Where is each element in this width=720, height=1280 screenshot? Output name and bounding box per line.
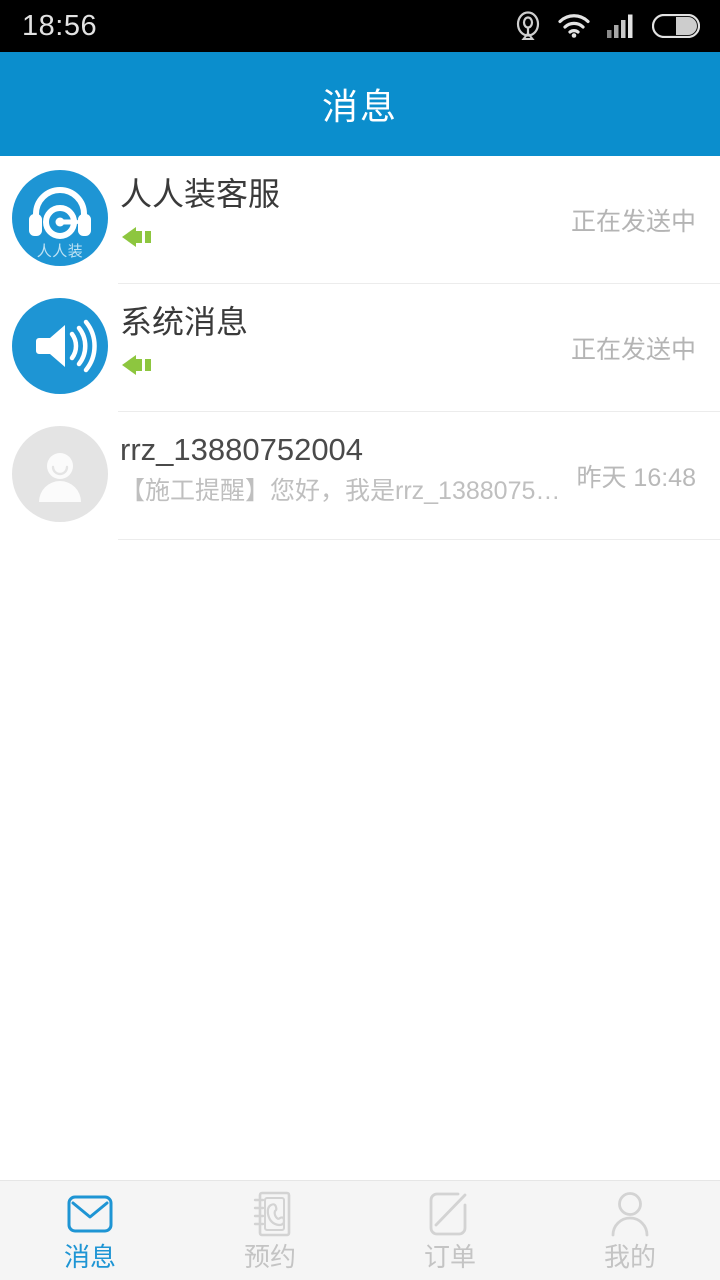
list-item-body: 系统消息 [120, 284, 561, 383]
page-title: 消息 [321, 86, 398, 127]
battery-icon [652, 14, 700, 38]
conversation-status: 正在发送中 [570, 336, 696, 364]
tab-orders[interactable]: 订单 [360, 1181, 540, 1280]
avatar [12, 298, 108, 394]
list-item[interactable]: rrz_13880752004 【施工提醒】您好，我是rrz_138807520… [0, 412, 720, 540]
app-header: 消息 [0, 52, 720, 156]
tab-profile[interactable]: 我的 [540, 1181, 720, 1280]
status-bar: 18:56 [0, 0, 720, 52]
status-bar-icons [515, 11, 700, 41]
address-book-icon [249, 1191, 291, 1237]
megaphone-icon [36, 319, 97, 373]
compose-note-icon [428, 1191, 472, 1237]
wifi-icon [558, 14, 590, 38]
envelope-icon [67, 1191, 113, 1237]
tab-appointments[interactable]: 预约 [180, 1181, 360, 1280]
tab-label: 订单 [423, 1242, 476, 1272]
sending-arrow-icon [120, 352, 561, 383]
status-bar-clock: 18:56 [22, 9, 98, 42]
avatar [12, 426, 108, 522]
avatar-brand-label: 人人装 [36, 243, 84, 260]
conversation-preview: 【施工提醒】您好，我是rrz_13880752004… [120, 477, 567, 505]
tab-label: 消息 [63, 1242, 116, 1272]
avatar-container [0, 412, 120, 522]
conversation-status: 正在发送中 [570, 208, 696, 236]
app-screen: 18:56 消息 人人装 人人装客服 正在发送中 系统消息 正在发送中 rrz_… [0, 0, 720, 1280]
list-item-body: rrz_13880752004 【施工提醒】您好，我是rrz_138807520… [120, 412, 566, 508]
conversation-title: 系统消息 [120, 304, 249, 340]
conversation-timestamp: 昨天 16:48 [576, 464, 696, 492]
list-item[interactable]: 系统消息 正在发送中 [0, 284, 720, 412]
cellular-signal-icon [607, 14, 635, 38]
list-divider [118, 539, 720, 540]
person-icon [39, 453, 81, 502]
list-item[interactable]: 人人装 人人装客服 正在发送中 [0, 156, 720, 284]
avatar-container: 人人装 [0, 156, 120, 266]
conversation-title: 人人装客服 [120, 176, 281, 212]
avatar: 人人装 [12, 170, 108, 266]
conversation-list: 人人装 人人装客服 正在发送中 系统消息 正在发送中 rrz_138807520… [0, 156, 720, 1180]
list-item-body: 人人装客服 [120, 156, 561, 255]
tab-messages[interactable]: 消息 [0, 1181, 180, 1280]
avatar-container [0, 284, 120, 394]
bottom-tab-bar: 消息 预约 订单 我的 [0, 1180, 720, 1280]
sending-arrow-icon [120, 224, 561, 255]
person-outline-icon [608, 1191, 652, 1237]
tab-label: 预约 [243, 1242, 296, 1272]
location-icon [515, 11, 541, 41]
conversation-title: rrz_13880752004 [120, 432, 364, 467]
tab-label: 我的 [603, 1242, 656, 1272]
